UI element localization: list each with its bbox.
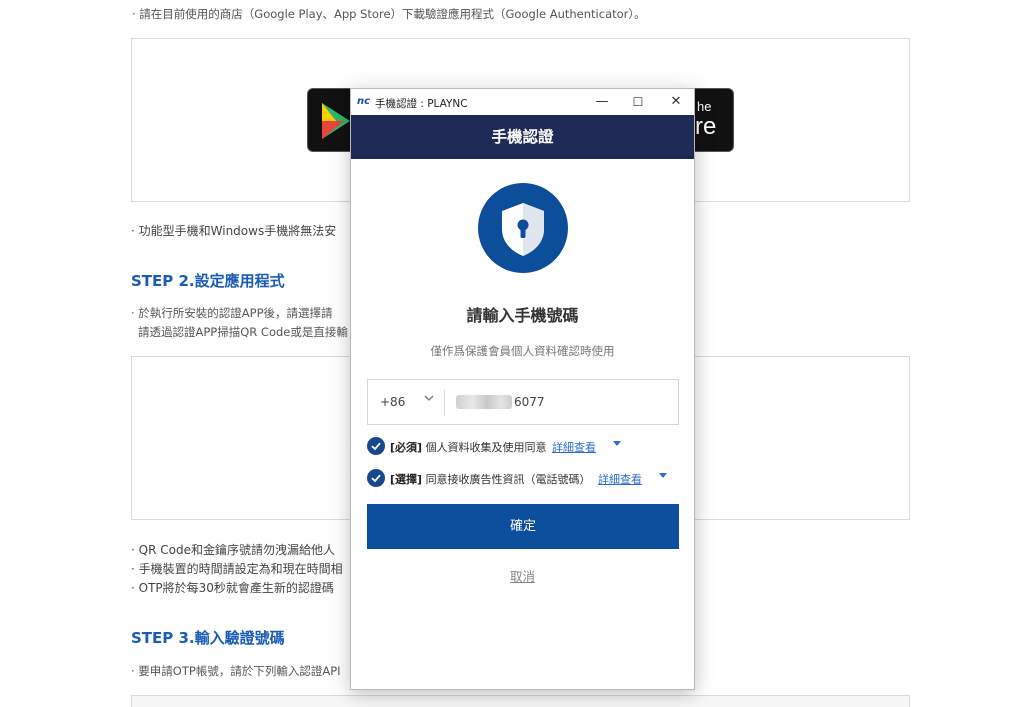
agreement-required[interactable]: [必須] 個人資料收集及使用同意 詳細查看: [367, 437, 687, 455]
phone-input-group: +86 6077: [367, 379, 679, 425]
masked-phone-digits: [456, 395, 512, 409]
agreement-optional-detail-link[interactable]: 詳細查看: [598, 471, 642, 487]
check-circle-icon[interactable]: [367, 469, 385, 487]
close-button[interactable]: ✕: [661, 92, 691, 112]
enter-phone-heading: 請輸入手機號碼: [466, 306, 579, 325]
feature-phone-note: · 功能型手機和Windows手機將無法安: [131, 224, 337, 238]
agreement-optional[interactable]: [選擇] 同意接收廣告性資訊（電話號碼） 詳細查看: [367, 469, 687, 487]
country-code-select[interactable]: +86: [380, 395, 405, 409]
confirm-button[interactable]: 確定: [367, 504, 679, 549]
nc-logo: nc: [357, 96, 371, 107]
chevron-down-icon[interactable]: [424, 393, 434, 406]
intro-text: · 請在目前使用的商店（Google Play、App Store）下載驗證應用…: [132, 7, 646, 21]
maximize-button[interactable]: ☐: [623, 92, 653, 112]
agreement-required-tag: [必須]: [390, 441, 423, 454]
phone-verification-window: nc 手機認證 : PLAYNC — ☐ ✕ 手機認證 請輸入手機號碼 僅作爲保…: [350, 88, 695, 690]
note-line-1: · QR Code和金鑰序號請勿洩漏給他人: [131, 543, 335, 557]
app-store-badge-text-bottom: re: [695, 113, 717, 140]
step3-title: STEP 3.輸入驗證號碼: [131, 629, 285, 647]
note-line-2: · 手機裝置的時間請設定為和現在時間相: [131, 562, 343, 576]
window-title: 手機認證 : PLAYNC: [375, 98, 468, 110]
app-store-badge-text-top: he: [697, 99, 712, 114]
note-line-3: · OTP將於每30秒就會產生新的認證碼: [131, 581, 334, 595]
agreement-required-detail-link[interactable]: 詳細查看: [552, 439, 596, 455]
caret-down-icon[interactable]: [659, 473, 667, 478]
window-header: 手機認證: [351, 115, 694, 159]
input-divider: [444, 390, 445, 416]
phone-number-input[interactable]: 6077: [514, 395, 545, 409]
check-circle-icon[interactable]: [367, 437, 385, 455]
cancel-link[interactable]: 取消: [351, 566, 694, 585]
usage-note: 僅作爲保護會員個人資料確認時使用: [430, 344, 615, 358]
step2-title: STEP 2.設定應用程式: [131, 272, 285, 290]
step2-line1: · 於執行所安裝的認證APP後，請選擇請: [131, 306, 333, 320]
agreement-optional-text: 同意接收廣告性資訊（電話號碼）: [425, 473, 591, 486]
caret-down-icon[interactable]: [613, 441, 621, 446]
header-title: 手機認證: [491, 128, 554, 146]
agreement-required-text: 個人資料收集及使用同意: [425, 441, 547, 454]
minimize-button[interactable]: —: [587, 92, 617, 112]
window-titlebar[interactable]: nc 手機認證 : PLAYNC — ☐ ✕: [351, 89, 694, 115]
step3-line: · 要申請OTP帳號，請於下列輸入認證API: [131, 664, 341, 678]
otp-input-area[interactable]: [131, 695, 910, 707]
shield-lock-icon: [478, 183, 568, 273]
step2-line2: 請透過認證APP掃描QR Code或是直接輸: [138, 325, 348, 339]
agreement-optional-tag: [選擇]: [390, 473, 423, 486]
